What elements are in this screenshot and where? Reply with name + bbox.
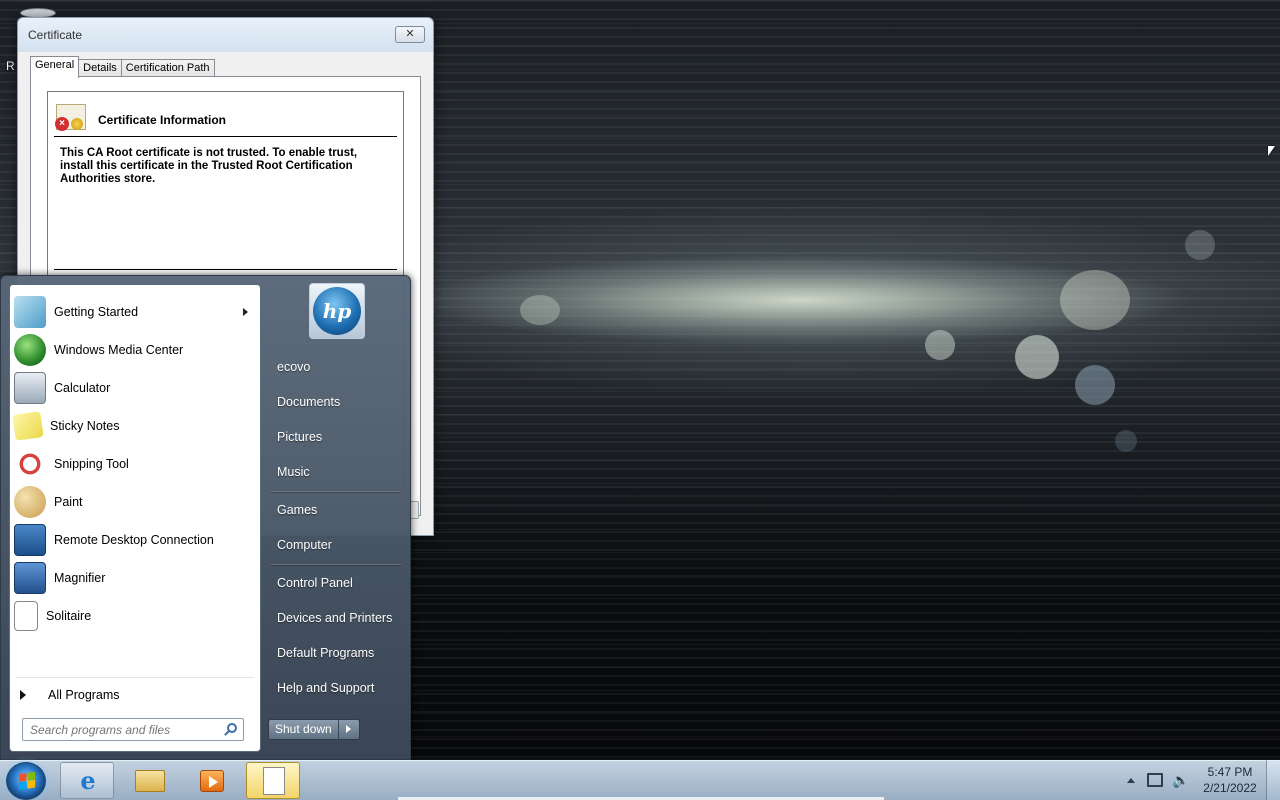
program-magnifier[interactable]: Magnifier (12, 560, 258, 596)
wallpaper-light-spot (1075, 365, 1115, 405)
divider (54, 269, 397, 270)
user-picture-tile[interactable]: hp (309, 283, 365, 339)
network-icon[interactable] (1147, 773, 1163, 787)
windows-logo-icon (19, 771, 35, 791)
close-button[interactable]: ✕ (395, 26, 425, 43)
volume-icon[interactable]: 🔊 (1172, 772, 1189, 788)
wallpaper-light-spot (1015, 335, 1059, 379)
internet-explorer-icon: e (80, 766, 96, 795)
hp-logo-icon: hp (313, 287, 361, 335)
desktop-icon-label[interactable]: R (6, 59, 15, 73)
expand-arrow-icon (20, 690, 26, 700)
wallpaper-light-spot (925, 330, 955, 360)
program-label: Paint (54, 495, 83, 509)
program-label: Remote Desktop Connection (54, 533, 214, 547)
clock-date: 2/21/2022 (1203, 781, 1257, 795)
program-label: Magnifier (54, 571, 106, 585)
taskbar-notepad[interactable] (246, 762, 300, 799)
trust-warning-text: This CA Root certificate is not trusted.… (60, 147, 358, 185)
search-icon[interactable] (227, 723, 237, 733)
info-heading: Certificate Information (98, 113, 227, 127)
window-title: Certificate (28, 28, 83, 42)
program-getting-started[interactable]: Getting Started (12, 294, 258, 330)
solitaire-icon (14, 601, 38, 631)
divider (16, 677, 254, 678)
windows-explorer-icon (135, 770, 165, 792)
untrusted-certificate-icon: × (55, 104, 86, 131)
shutdown-button[interactable]: Shut down (269, 720, 339, 739)
show-hidden-icons-arrow-icon[interactable] (1127, 778, 1135, 783)
taskbar-media-player[interactable] (184, 762, 240, 799)
right-item-user-folder[interactable]: ecovo (269, 352, 403, 382)
program-label: Sticky Notes (50, 419, 120, 433)
calculator-icon (14, 372, 46, 404)
wallpaper-light-spot (1115, 430, 1137, 452)
search-box[interactable] (22, 718, 244, 741)
program-snipping-tool[interactable]: Snipping Tool (12, 446, 258, 482)
taskbar-windows-explorer[interactable] (122, 762, 178, 799)
taskbar-internet-explorer[interactable]: e (60, 762, 114, 799)
right-item-games[interactable]: Games (269, 495, 403, 525)
mouse-cursor-icon (1268, 146, 1275, 156)
program-calculator[interactable]: Calculator (12, 370, 258, 406)
right-item-help-and-support[interactable]: Help and Support (269, 673, 403, 703)
media-player-icon (200, 770, 224, 792)
taskbar-clock[interactable]: 5:47 PM 2/21/2022 (1196, 764, 1264, 796)
divider (271, 564, 401, 566)
right-item-music[interactable]: Music (269, 457, 403, 487)
program-label: Getting Started (54, 305, 139, 319)
start-button[interactable] (6, 762, 46, 800)
start-menu: Getting Started Windows Media Center Cal… (0, 275, 411, 760)
program-windows-media-center[interactable]: Windows Media Center (12, 332, 258, 368)
wallpaper-light-spot (1060, 270, 1130, 330)
right-item-devices-and-printers[interactable]: Devices and Printers (269, 603, 403, 633)
program-paint[interactable]: Paint (12, 484, 258, 520)
program-label: Calculator (54, 381, 111, 395)
notepad-icon (263, 767, 285, 795)
wallpaper-light-spot (1185, 230, 1215, 260)
program-label: Windows Media Center (54, 343, 184, 357)
divider (54, 136, 397, 137)
right-item-pictures[interactable]: Pictures (269, 422, 403, 452)
right-item-documents[interactable]: Documents (269, 387, 403, 417)
program-solitaire[interactable]: Solitaire (12, 598, 258, 634)
seal-icon (71, 118, 83, 130)
program-label: Snipping Tool (54, 457, 129, 471)
tab-general[interactable]: General (30, 56, 80, 78)
all-programs-label: All Programs (48, 688, 120, 702)
sticky-notes-icon (12, 411, 44, 441)
snipping-tool-icon (14, 448, 46, 480)
magnifier-icon (14, 562, 46, 594)
remote-desktop-icon (14, 524, 46, 556)
all-programs-button[interactable]: All Programs (18, 683, 254, 707)
submenu-arrow-icon[interactable] (243, 308, 248, 316)
shutdown-button-group: Shut down (268, 719, 360, 740)
program-sticky-notes[interactable]: Sticky Notes (12, 408, 258, 444)
window-titlebar[interactable]: Certificate ✕ (18, 18, 433, 52)
right-item-default-programs[interactable]: Default Programs (269, 638, 403, 668)
windows-media-center-icon (14, 334, 46, 366)
tab-strip: General Details Certification Path (30, 55, 215, 78)
shutdown-options-arrow-icon[interactable] (339, 720, 359, 739)
program-remote-desktop-connection[interactable]: Remote Desktop Connection (12, 522, 258, 558)
program-label: Solitaire (46, 609, 92, 623)
wallpaper-light-spot (520, 295, 560, 325)
clock-time: 5:47 PM (1207, 765, 1253, 779)
search-input[interactable] (23, 719, 213, 740)
error-x-icon: × (55, 117, 69, 131)
right-item-computer[interactable]: Computer (269, 530, 403, 560)
getting-started-icon (14, 296, 46, 328)
paint-icon (14, 486, 46, 518)
show-desktop-button[interactable] (1266, 760, 1280, 800)
programs-pane: Getting Started Windows Media Center Cal… (9, 284, 261, 752)
right-item-control-panel[interactable]: Control Panel (269, 568, 403, 598)
divider (271, 491, 401, 493)
